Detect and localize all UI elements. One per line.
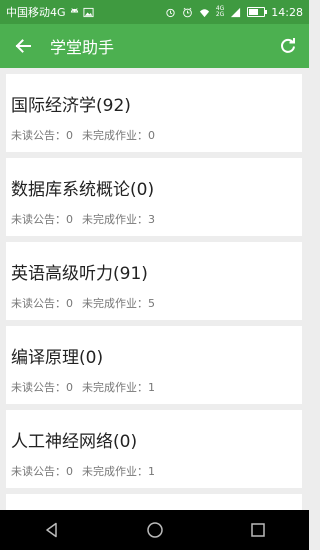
pending-homework: 未完成作业：1	[82, 465, 155, 478]
unread-notices: 未读公告：0	[11, 297, 73, 310]
course-name: 人工神经网络(0)	[11, 432, 138, 452]
unread-notices: 未读公告：0	[11, 381, 73, 394]
signal-icon	[231, 7, 241, 17]
pending-homework: 未完成作业：3	[82, 213, 155, 226]
android-icon	[70, 7, 78, 12]
unread-notices: 未读公告：0	[11, 129, 73, 142]
carrier-label: 中国移动4G	[6, 6, 66, 19]
back-arrow-icon[interactable]	[14, 37, 32, 55]
course-list[interactable]: 国际经济学(92) 未读公告：0 未完成作业：0 数据库系统概论(0) 未读公告：…	[0, 68, 309, 510]
course-card[interactable]: 人工神经网络(0) 未读公告：0 未完成作业：1	[6, 410, 302, 488]
app-bar: 学堂助手	[0, 24, 309, 68]
course-card[interactable]: 英语高级听力(91) 未读公告：0 未完成作业：5	[6, 242, 302, 320]
unread-notices: 未读公告：0	[11, 213, 73, 226]
pending-homework: 未完成作业：5	[82, 297, 155, 310]
alarm-icon	[166, 8, 175, 17]
battery-icon	[247, 7, 268, 17]
course-card[interactable]: 国际经济学(92) 未读公告：0 未完成作业：0	[6, 74, 302, 152]
course-card-partial[interactable]	[6, 494, 302, 510]
course-stats: 未读公告：0 未完成作业：1	[11, 381, 155, 395]
course-stats: 未读公告：0 未完成作业：1	[11, 465, 155, 479]
page-title: 学堂助手	[50, 38, 115, 57]
battery-level	[249, 9, 258, 15]
unread-notices: 未读公告：0	[11, 465, 73, 478]
wifi-icon	[199, 8, 209, 17]
course-card[interactable]: 数据库系统概论(0) 未读公告：0 未完成作业：3	[6, 158, 302, 236]
clock-time: 14:28	[271, 5, 303, 19]
course-stats: 未读公告：0 未完成作业：3	[11, 213, 155, 227]
home-circle-icon[interactable]	[146, 521, 164, 539]
refresh-icon[interactable]	[279, 37, 297, 55]
status-bar: 中国移动4G 4G 2G 14:28	[0, 0, 309, 24]
pending-homework: 未完成作业：1	[82, 381, 155, 394]
clock-icon	[183, 7, 192, 17]
network-2g-label: 2G	[215, 11, 225, 18]
course-card[interactable]: 编译原理(0) 未读公告：0 未完成作业：1	[6, 326, 302, 404]
network-type-label: 4G 2G	[216, 6, 224, 18]
system-nav-bar	[0, 510, 309, 550]
course-name: 国际经济学(92)	[11, 96, 131, 116]
back-triangle-icon[interactable]	[43, 521, 61, 539]
course-stats: 未读公告：0 未完成作业：5	[11, 297, 155, 311]
course-stats: 未读公告：0 未完成作业：0	[11, 129, 155, 143]
pending-homework: 未完成作业：0	[82, 129, 155, 142]
course-name: 英语高级听力(91)	[11, 264, 148, 284]
course-name: 数据库系统概论(0)	[11, 180, 155, 200]
course-name: 编译原理(0)	[11, 348, 104, 368]
image-icon	[82, 7, 94, 17]
recents-square-icon[interactable]	[249, 521, 267, 539]
